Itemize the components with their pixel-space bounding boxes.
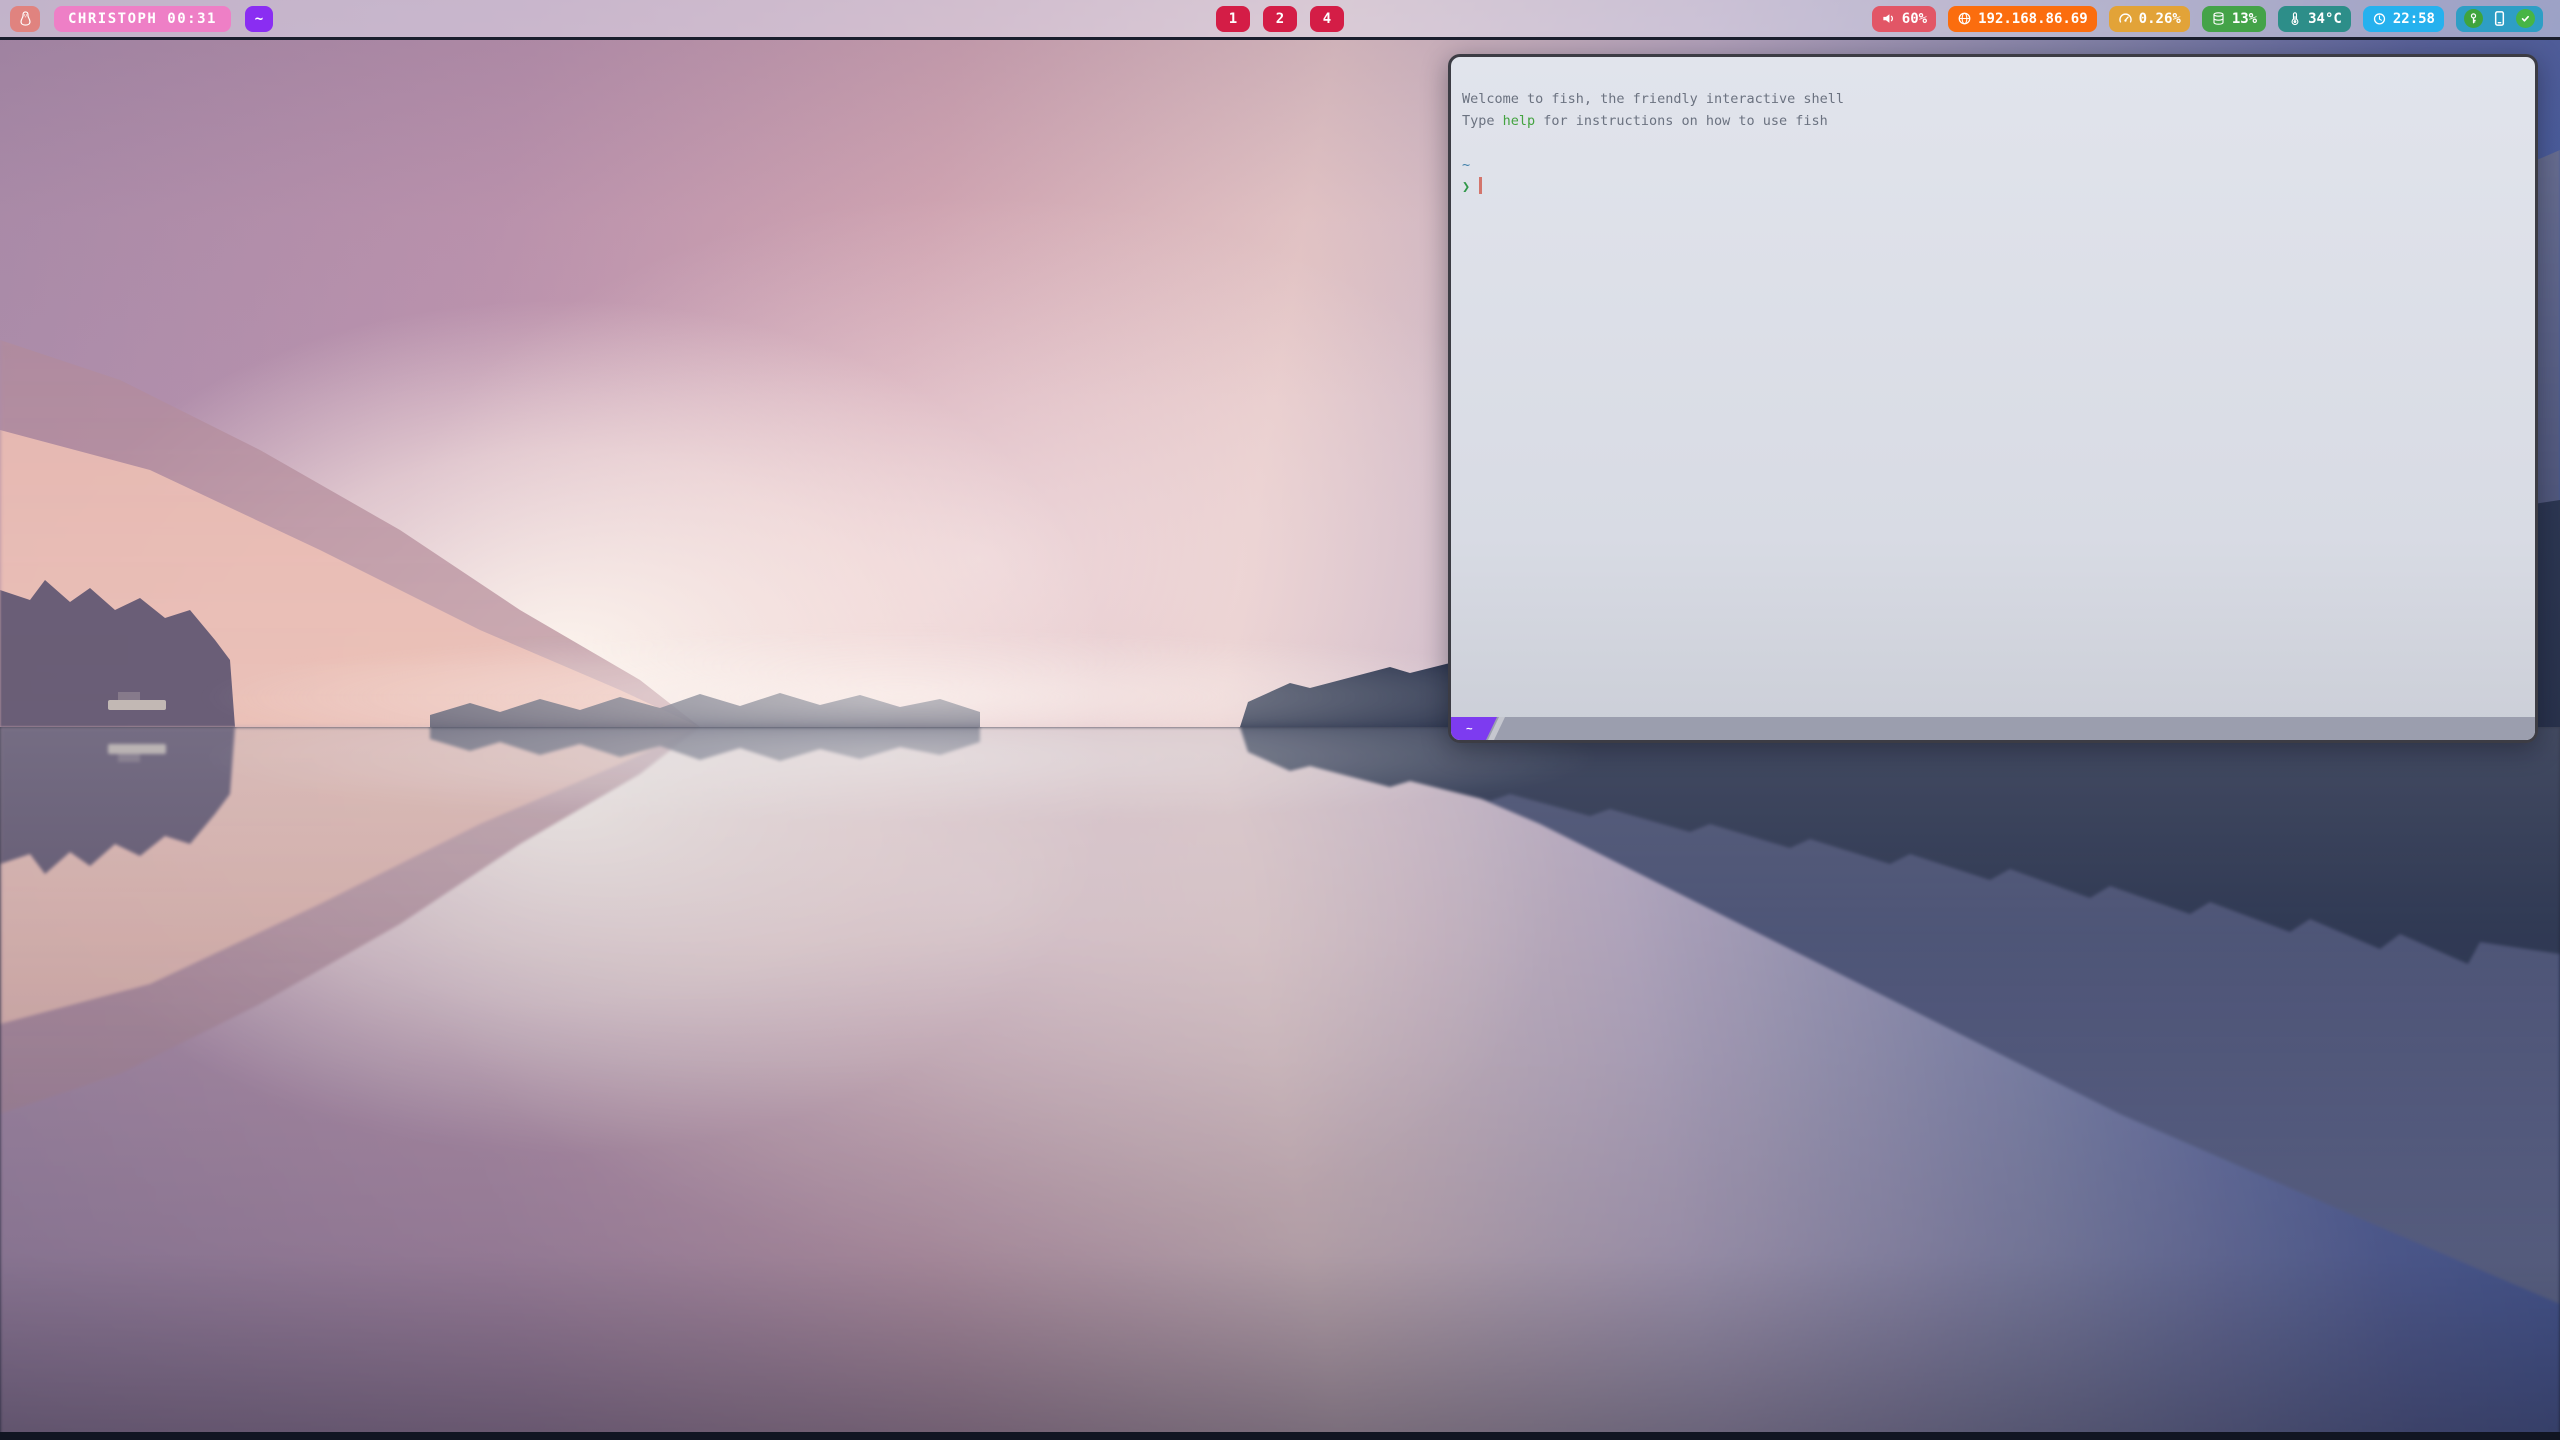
phone-icon [2491, 10, 2508, 27]
help-line-prefix: Type [1462, 113, 1503, 129]
database-icon [2211, 11, 2226, 26]
workspace-button-4[interactable]: 4 [1310, 6, 1344, 32]
workspace-label: 4 [1323, 11, 1331, 27]
workspace-label: 2 [1276, 11, 1284, 27]
wallpaper-bottom-strip [0, 1432, 2560, 1440]
memory-value: 13% [2232, 11, 2257, 27]
temperature-module[interactable]: 34°C [2278, 6, 2351, 32]
terminal-help-line: Type help for instructions on how to use… [1462, 110, 2525, 132]
network-module[interactable]: 192.168.86.69 [1948, 6, 2097, 32]
terminal-window[interactable]: Welcome to fish, the friendly interactiv… [1448, 54, 2538, 743]
prompt-path: ~ [1462, 154, 2525, 176]
terminal-welcome-line: Welcome to fish, the friendly interactiv… [1462, 88, 2525, 110]
desktop: CHRISTOPH 00:31 ~ 1 2 4 60% [0, 0, 2560, 1440]
terminal-tab-bar: ~ [1451, 717, 2535, 740]
workspace-button-1[interactable]: 1 [1216, 6, 1250, 32]
network-ip: 192.168.86.69 [1978, 11, 2088, 27]
cpu-module[interactable]: 0.26% [2109, 6, 2190, 32]
wallpaper-dock [108, 744, 166, 754]
system-tray [2456, 6, 2543, 32]
clock-icon [2372, 11, 2387, 26]
temperature-value: 34°C [2308, 11, 2342, 27]
prompt-line: ❯ [1462, 176, 2525, 198]
terminal-output: Welcome to fish, the friendly interactiv… [1451, 57, 2535, 717]
speaker-icon [1881, 11, 1896, 26]
wallpaper-mist [200, 620, 1600, 727]
terminal-blank-line [1462, 132, 2525, 154]
check-icon [2519, 12, 2532, 25]
clock-module[interactable]: 22:58 [2363, 6, 2444, 32]
workspace-button-2[interactable]: 2 [1263, 6, 1297, 32]
globe-icon [1957, 11, 1972, 26]
memory-module[interactable]: 13% [2202, 6, 2266, 32]
wallpaper-water-reflection [0, 727, 2560, 1432]
status-bar: CHRISTOPH 00:31 ~ 1 2 4 60% [0, 0, 2560, 40]
key-icon [2467, 12, 2480, 25]
tray-item-password-manager[interactable] [2464, 9, 2483, 28]
help-line-suffix: for instructions on how to use fish [1535, 113, 1828, 129]
prompt-symbol: ❯ [1462, 179, 1470, 195]
workspace-label: 1 [1229, 11, 1237, 27]
terminal-cursor [1479, 177, 1482, 194]
thermometer-icon [2287, 11, 2302, 26]
gauge-icon [2118, 11, 2133, 26]
volume-module[interactable]: 60% [1872, 6, 1936, 32]
cpu-value: 0.26% [2139, 11, 2181, 27]
clock-value: 22:58 [2393, 11, 2435, 27]
tray-item-status-ok[interactable] [2516, 9, 2535, 28]
wallpaper-scene [0, 727, 2560, 1432]
help-keyword: help [1503, 113, 1536, 129]
tray-item-phone-connect[interactable] [2491, 10, 2508, 27]
volume-value: 60% [1902, 11, 1927, 27]
wallpaper-dock [108, 700, 166, 710]
status-bar-right: 60% 192.168.86.69 0.26% 13% [1872, 0, 2543, 37]
wallpaper-mist [200, 727, 1600, 834]
